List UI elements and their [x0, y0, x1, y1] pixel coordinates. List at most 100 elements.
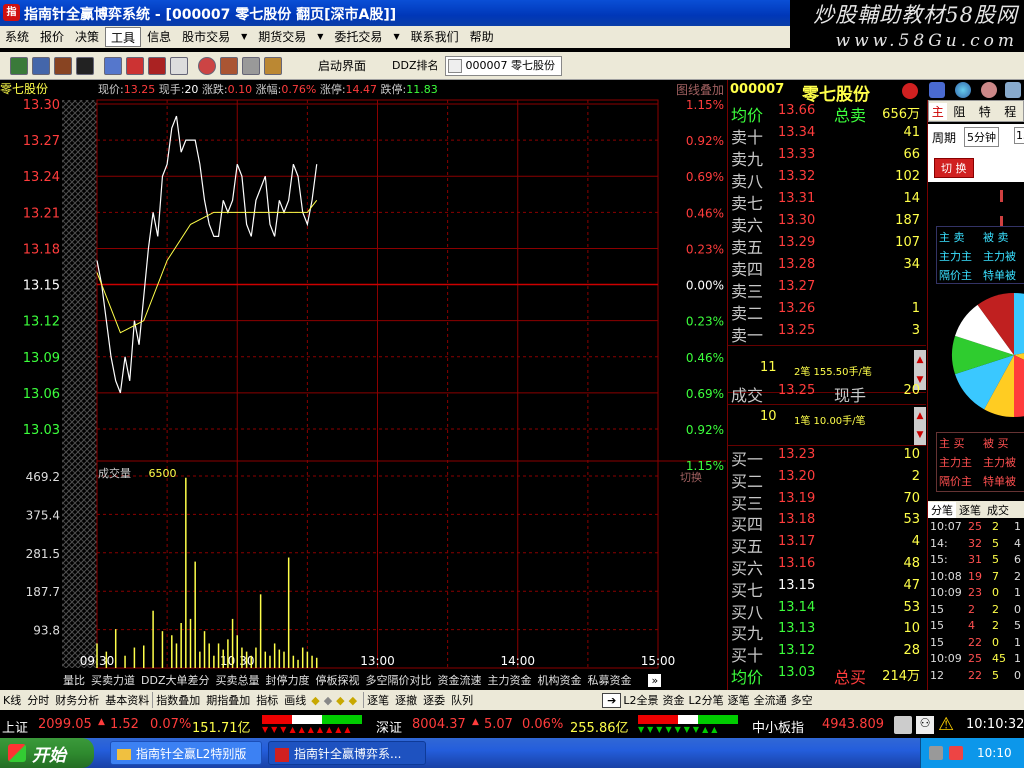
bid-row[interactable]: 买九 13.13 10 [728, 620, 926, 643]
bid-row[interactable]: 买三 13.19 70 [728, 490, 926, 513]
tab-ddz-diff[interactable]: DDZ大单差分 [138, 672, 212, 688]
diamond-icon[interactable]: ◆ [311, 694, 319, 707]
tool-icon[interactable] [1005, 82, 1021, 98]
warning-icon[interactable]: ⚠ [938, 714, 954, 735]
tab-futures-overlay[interactable]: 期指叠加 [203, 692, 253, 708]
menu-decision[interactable]: 决策 [70, 27, 104, 47]
tick-tab-fenbi[interactable]: 分笔 [928, 501, 956, 518]
tab-drawline[interactable]: 画线 [281, 692, 309, 708]
menu-contact[interactable]: 联系我们 [406, 27, 464, 47]
tab-index-overlay[interactable]: 指数叠加 [152, 692, 203, 708]
bid-row[interactable]: 买七 13.15 47 [728, 577, 926, 600]
bid-queue-scroll[interactable]: ▲ ▼ [914, 407, 926, 445]
tab-queue[interactable]: 队列 [448, 692, 476, 708]
grid-icon[interactable] [170, 56, 188, 75]
bid-row[interactable]: 买五 13.17 4 [728, 533, 926, 556]
tray-app-icon[interactable] [949, 746, 963, 760]
tab-indicator[interactable]: 指标 [253, 692, 281, 708]
tab-l2-zhubi[interactable]: 逐笔 [726, 692, 752, 708]
ask-row[interactable]: 卖一 13.25 3 [728, 322, 926, 345]
side-tab-program[interactable]: 程 [998, 103, 1023, 120]
start-button[interactable]: 开始 [0, 738, 94, 768]
screen-icon[interactable] [76, 56, 94, 75]
bid-row[interactable]: 买一 13.23 10 [728, 446, 926, 469]
trend-icon[interactable] [220, 56, 238, 75]
diamond-icon[interactable]: ◆ [336, 694, 344, 707]
chart-icon[interactable] [126, 56, 144, 75]
menu-tools[interactable]: 工具 [105, 27, 142, 47]
calc-icon[interactable] [929, 82, 945, 98]
bid-row[interactable]: 买四 13.18 53 [728, 511, 926, 534]
network-icon[interactable] [929, 746, 943, 760]
menu-help[interactable]: 帮助 [465, 27, 499, 47]
overlay-button[interactable]: 图线叠加 [676, 81, 724, 98]
side-tab-resist[interactable]: 阻 [947, 103, 972, 120]
pie-icon[interactable] [198, 56, 216, 75]
tab-gap-compare[interactable]: 多空隔价对比 [362, 672, 434, 688]
tab-total-volume[interactable]: 买卖总量 [212, 672, 262, 688]
bid-row[interactable]: 买二 13.20 2 [728, 468, 926, 491]
tab-finance[interactable]: 财务分析 [52, 692, 102, 708]
menu-stock-trade[interactable]: 股市交易 [177, 27, 235, 47]
diamond-icon[interactable]: ◆ [324, 694, 332, 707]
tab-main-capital[interactable]: 主力资金 [484, 672, 534, 688]
menu-futures-trade[interactable]: 期货交易 [253, 27, 311, 47]
launch-screen-button[interactable]: 启动界面 [312, 56, 372, 76]
ask-row[interactable]: 卖五 13.29 107 [728, 234, 926, 257]
period-select[interactable]: 5分钟 [964, 127, 999, 147]
side-tab-special[interactable]: 特 [972, 103, 997, 120]
bid-row[interactable]: 买八 13.14 53 [728, 599, 926, 622]
tick-tab-deal[interactable]: 成交 [984, 502, 1012, 518]
ask-row[interactable]: 卖二 13.26 1 [728, 300, 926, 323]
menu-quote[interactable]: 报价 [35, 27, 69, 47]
tab-capital[interactable]: 资金 [660, 692, 686, 708]
bar-chart-icon[interactable] [148, 56, 166, 75]
side-tab-main[interactable]: 主 [929, 102, 947, 120]
stock-tab[interactable]: 000007 零七股份 [444, 55, 562, 76]
tab-buy-sell-force[interactable]: 买卖力道 [88, 672, 138, 688]
table-icon[interactable] [104, 56, 122, 75]
more-tabs-icon[interactable]: » [648, 673, 662, 687]
ask-row[interactable]: 卖八 13.32 102 [728, 168, 926, 191]
switch-volume-button[interactable]: 切换 [680, 469, 702, 485]
money-icon[interactable] [264, 56, 282, 75]
diamond-icon[interactable]: ◆ [349, 694, 357, 707]
ask-row[interactable]: 卖七 13.31 14 [728, 190, 926, 213]
globe-icon[interactable] [955, 82, 971, 98]
tab-l2-fenbi[interactable]: L2分笔 [686, 692, 725, 708]
ask-row[interactable]: 卖九 13.33 66 [728, 146, 926, 169]
tab-institution-capital[interactable]: 机构资金 [534, 672, 584, 688]
tab-full-float[interactable]: 全流通 [752, 692, 789, 708]
tab-private-capital[interactable]: 私募资金 [584, 672, 634, 688]
side-switch-button[interactable]: 切 换 [934, 158, 974, 178]
tab-long-short[interactable]: 多空 [789, 692, 815, 708]
tab-l2-panorama[interactable]: L2全景 [621, 692, 660, 708]
ask-row[interactable]: 卖六 13.30 187 [728, 212, 926, 235]
task-button-folder[interactable]: 指南针全赢L2特别版 [110, 741, 262, 765]
tab-basic-info[interactable]: 基本资料 [102, 692, 152, 708]
bid-row[interactable]: 买十 13.12 28 [728, 642, 926, 665]
tab-volume-ratio[interactable]: 量比 [60, 672, 88, 688]
arrow-right-icon[interactable]: ➔ [602, 692, 622, 708]
tab-zhuwei[interactable]: 逐委 [420, 692, 448, 708]
tab-seal-strength[interactable]: 封停力度 [262, 672, 312, 688]
tab-zhubi[interactable]: 逐笔 [363, 692, 392, 708]
menu-system[interactable]: 系统 [0, 27, 34, 47]
note-icon[interactable] [242, 56, 260, 75]
bid-row[interactable]: 买六 13.16 48 [728, 555, 926, 578]
tab-kline[interactable]: K线 [0, 692, 24, 708]
menu-order-trade[interactable]: 委托交易 [329, 27, 387, 47]
period-select-2[interactable]: 15 [1014, 127, 1024, 144]
tick-tab-zhubi[interactable]: 逐笔 [956, 502, 984, 518]
person-icon[interactable] [981, 82, 997, 98]
tab-timeshare[interactable]: 分时 [24, 692, 52, 708]
ddz-rank-button[interactable]: DDZ排名 [386, 56, 444, 76]
menu-info[interactable]: 信息 [142, 27, 176, 47]
layout-icon[interactable] [10, 56, 28, 75]
task-button-app[interactable]: 指南针全赢博弈系... [268, 741, 426, 765]
record-icon[interactable] [902, 83, 918, 99]
tree-icon[interactable] [54, 56, 72, 75]
list-icon[interactable] [32, 56, 50, 75]
users-icon[interactable]: ⚇ [916, 716, 934, 734]
tab-capital-speed[interactable]: 资金流速 [434, 672, 484, 688]
